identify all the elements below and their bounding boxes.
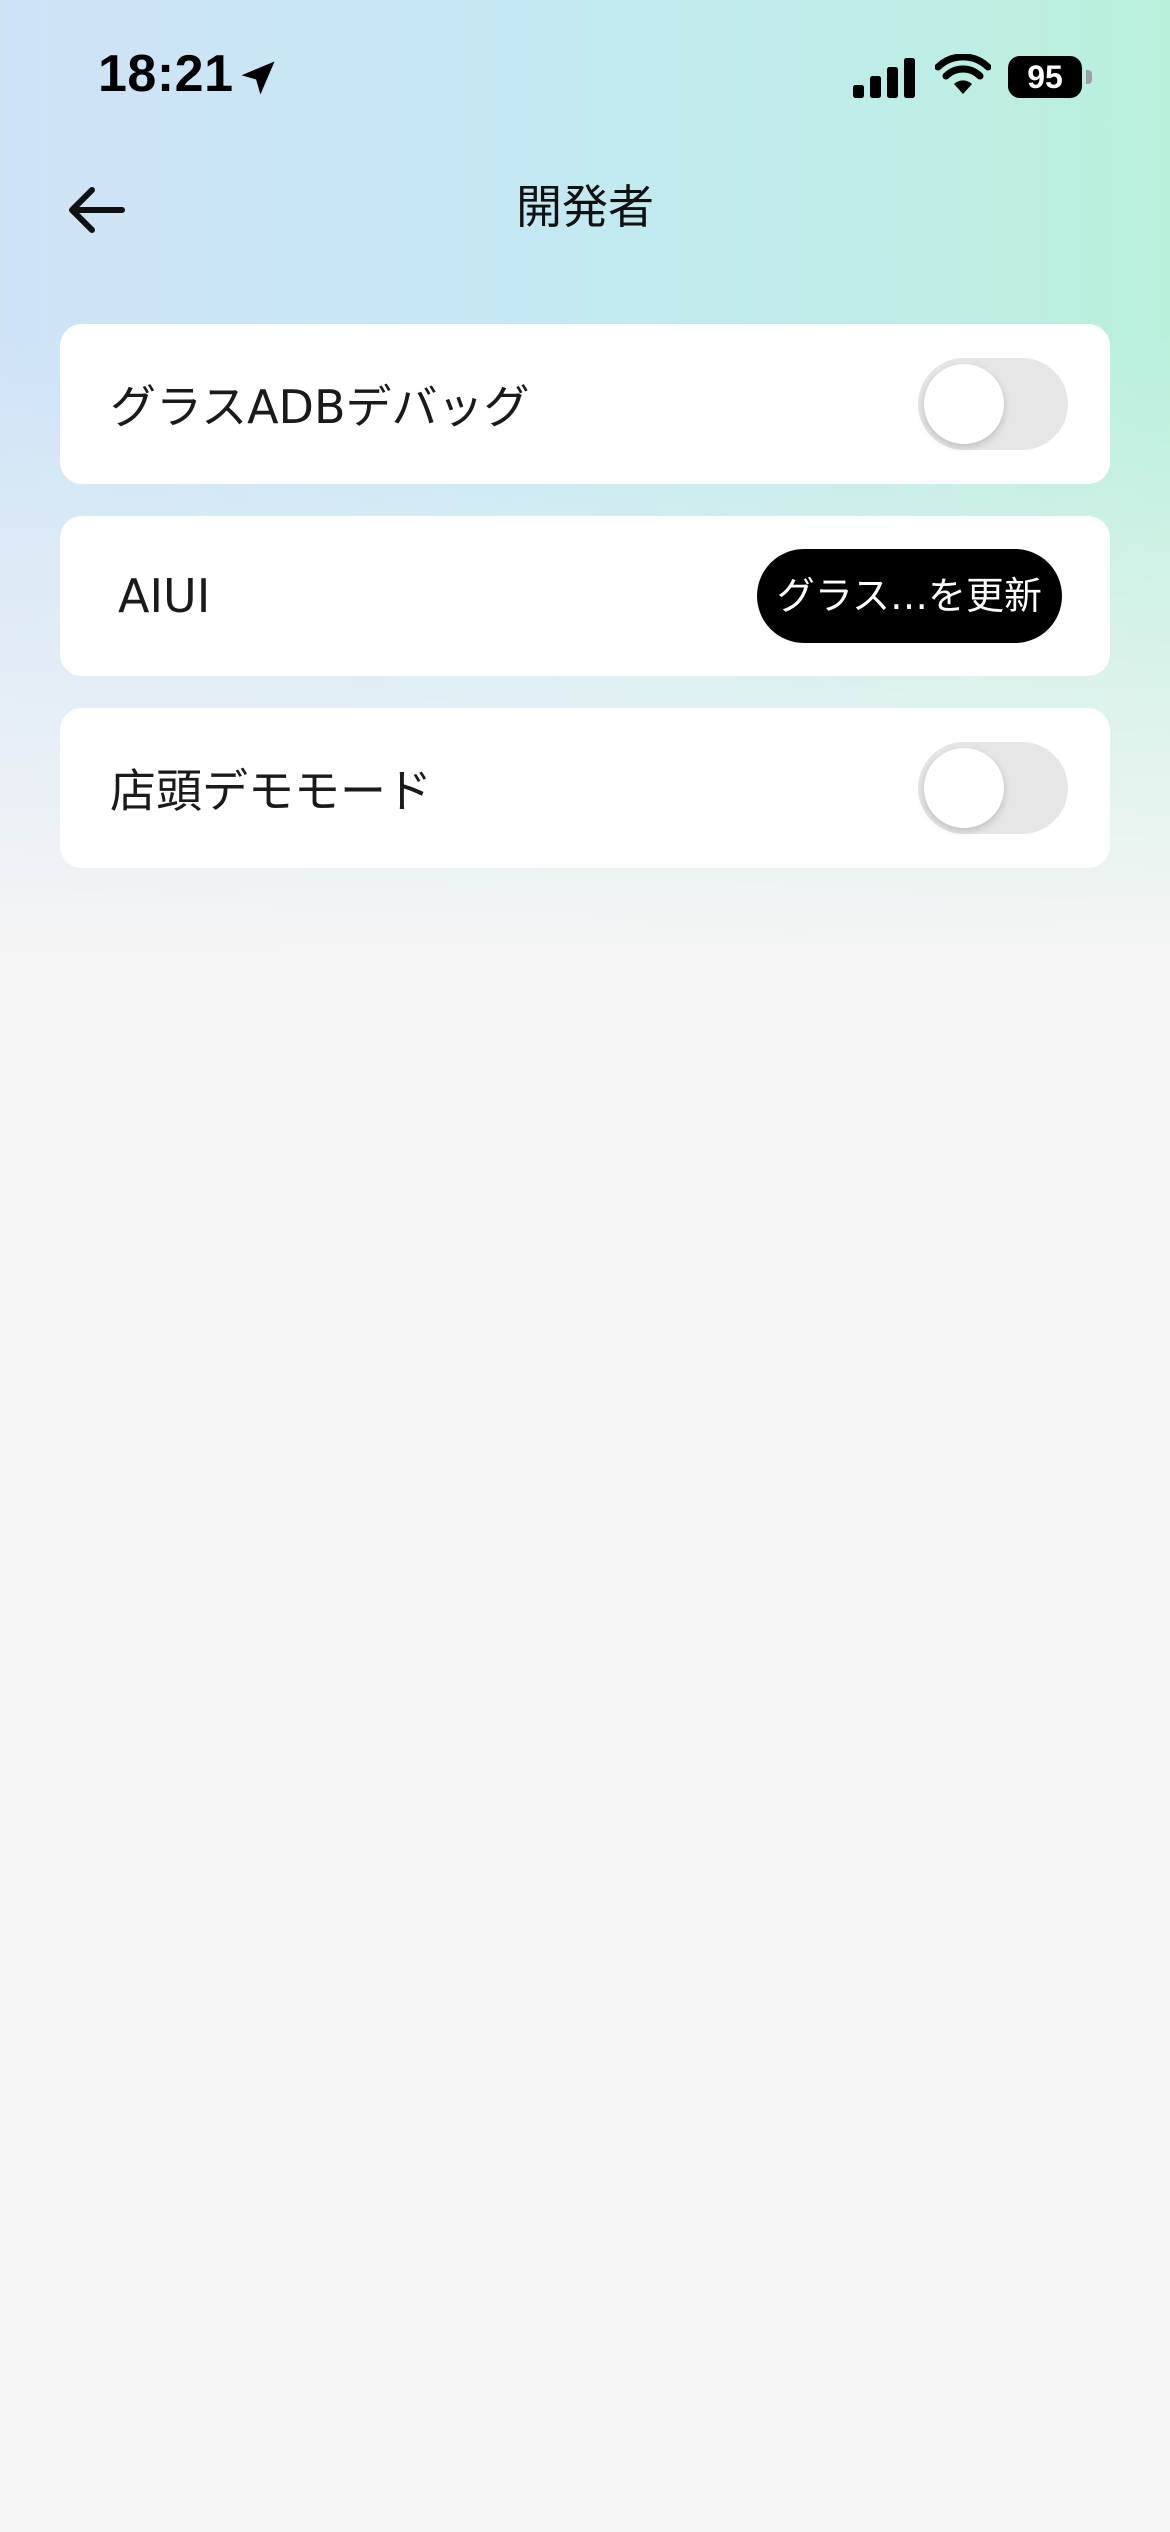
navigation-bar: 開発者 [0, 150, 1170, 265]
battery-cap [1086, 70, 1092, 84]
update-glass-button[interactable]: グラス…を更新 [756, 549, 1062, 643]
setting-card-glass-adb: グラスADBデバッグ [60, 324, 1110, 484]
setting-card-store-demo: 店頭デモモード [60, 708, 1110, 868]
glass-adb-toggle[interactable] [918, 358, 1068, 450]
page-title: 開発者 [516, 180, 654, 234]
battery-level: 95 [1008, 56, 1082, 98]
cellular-signal-icon [853, 58, 915, 98]
battery-icon: 95 [1008, 56, 1092, 98]
setting-card-aiui: AIUI グラス…を更新 [60, 516, 1110, 676]
wifi-icon [935, 54, 991, 94]
toggle-knob [924, 748, 1004, 828]
arrow-left-icon [69, 187, 125, 233]
status-time: 18:21 [98, 45, 234, 103]
back-button[interactable] [56, 170, 136, 250]
status-bar: 18:21 95 [0, 0, 1170, 150]
location-arrow-icon [241, 61, 275, 95]
toggle-knob [924, 364, 1004, 444]
store-demo-toggle[interactable] [918, 742, 1068, 834]
